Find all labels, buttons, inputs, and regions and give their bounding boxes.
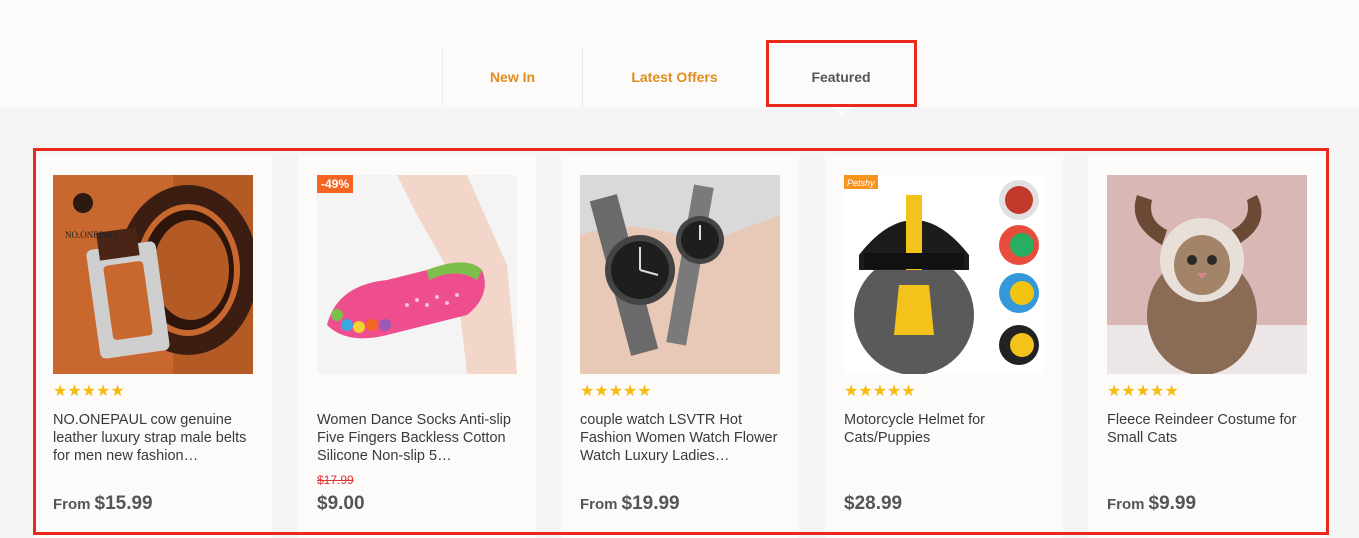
price-value: $28.99 xyxy=(844,493,903,514)
product-image[interactable]: Petshy xyxy=(844,175,1044,374)
rating-stars: ★★★★★ xyxy=(844,383,916,400)
product-title[interactable]: Motorcycle Helmet for Cats/Puppies xyxy=(844,411,1054,447)
tab-latest-offers[interactable]: Latest Offers xyxy=(582,47,766,107)
price-value: $15.99 xyxy=(94,493,153,514)
active-tab-caret xyxy=(832,107,852,117)
toe-socks-icon xyxy=(317,175,517,374)
product-image[interactable]: -49% xyxy=(317,175,517,374)
product-price: $9.00 xyxy=(317,493,365,515)
svg-text:NO.ONEPAUL: NO.ONEPAUL xyxy=(65,230,121,240)
product-image[interactable]: NO.ONEPAUL xyxy=(53,175,253,374)
cat-reindeer-costume-icon xyxy=(1107,175,1307,374)
rating-stars: ★★★★★ xyxy=(1107,383,1179,400)
price-prefix: From xyxy=(53,496,91,513)
wrist-watches-icon xyxy=(580,175,780,374)
price-value: $9.99 xyxy=(1148,493,1197,514)
price-value: $19.99 xyxy=(621,493,680,514)
product-title[interactable]: Women Dance Socks Anti-slip Five Fingers… xyxy=(317,411,527,465)
price-prefix: From xyxy=(580,496,618,513)
product-card[interactable]: -49% ★★★★★ Women Dance Socks Anti-slip F… xyxy=(298,155,536,538)
tab-featured[interactable]: Featured xyxy=(766,47,916,107)
cat-helmet-icon: Petshy xyxy=(844,175,1044,374)
product-price: From $15.99 xyxy=(53,493,153,515)
product-price: $28.99 xyxy=(844,493,902,515)
rating-stars: ★★★★★ xyxy=(580,383,652,400)
discount-badge: -49% xyxy=(317,175,354,193)
price-prefix: From xyxy=(1107,496,1145,513)
product-card[interactable]: ★★★★★ couple watch LSVTR Hot Fashion Wom… xyxy=(561,155,799,538)
product-card[interactable]: ★★★★★ Fleece Reindeer Costume for Small … xyxy=(1088,155,1326,538)
product-title[interactable]: NO.ONEPAUL cow genuine leather luxury st… xyxy=(53,411,263,465)
product-image[interactable] xyxy=(1107,175,1307,374)
product-price: From $9.99 xyxy=(1107,493,1196,515)
product-tabs: New In Latest Offers Featured xyxy=(442,47,916,107)
product-card[interactable]: NO.ONEPAUL ★★★★★ NO.ONEPAUL cow genuine … xyxy=(34,155,272,538)
tab-new-in[interactable]: New In xyxy=(442,47,582,107)
product-card[interactable]: Petshy ★★★★★ Motorcycle Helmet for Cats/… xyxy=(825,155,1063,538)
svg-text:Petshy: Petshy xyxy=(847,178,875,188)
product-image[interactable] xyxy=(580,175,780,374)
leather-belt-icon: NO.ONEPAUL xyxy=(53,175,253,374)
product-price: From $19.99 xyxy=(580,493,680,515)
product-title[interactable]: couple watch LSVTR Hot Fashion Women Wat… xyxy=(580,411,790,465)
product-title[interactable]: Fleece Reindeer Costume for Small Cats xyxy=(1107,411,1317,447)
original-price: $17.99 xyxy=(317,473,354,487)
price-value: $9.00 xyxy=(317,493,365,514)
rating-stars: ★★★★★ xyxy=(53,383,125,400)
